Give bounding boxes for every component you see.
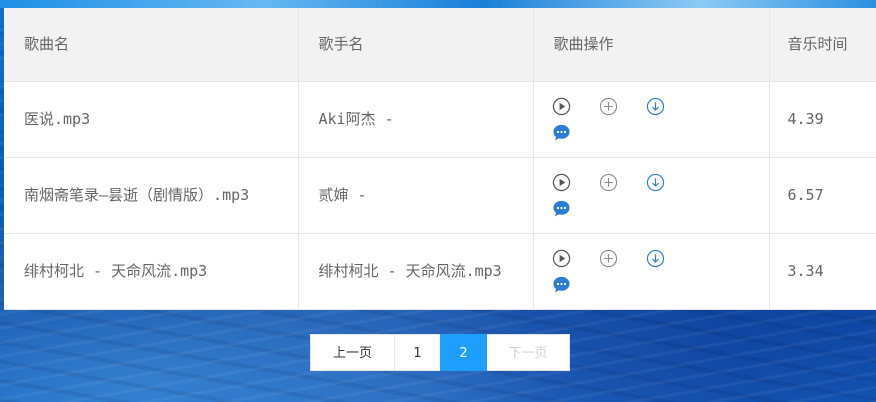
play-icon[interactable] xyxy=(552,173,571,192)
artist-name-cell: Aki阿杰 - xyxy=(298,81,534,158)
add-icon[interactable] xyxy=(599,173,618,192)
download-icon[interactable] xyxy=(646,249,665,268)
song-name-cell: 绯村柯北 - 天命风流.mp3 xyxy=(4,233,299,310)
header-song-name: 歌曲名 xyxy=(4,8,299,82)
table-header-row: 歌曲名 歌手名 歌曲操作 音乐时间 xyxy=(4,8,876,82)
music-time-cell: 6.57 xyxy=(769,157,876,234)
comment-icon[interactable] xyxy=(552,199,571,218)
song-ops-cell xyxy=(533,81,770,158)
download-icon[interactable] xyxy=(646,173,665,192)
song-table-container: 歌曲名 歌手名 歌曲操作 音乐时间 医说.mp3 Aki阿杰 - 4.39 南烟… xyxy=(4,8,876,310)
top-banner-strip xyxy=(0,0,876,8)
header-artist-name: 歌手名 xyxy=(298,8,534,82)
comment-icon[interactable] xyxy=(552,275,571,294)
page-1-button[interactable]: 1 xyxy=(394,334,440,371)
table-row: 绯村柯北 - 天命风流.mp3 绯村柯北 - 天命风流.mp3 3.34 xyxy=(4,233,876,310)
play-icon[interactable] xyxy=(552,97,571,116)
header-song-ops: 歌曲操作 xyxy=(533,8,770,82)
song-name-cell: 南烟斋笔录—昙逝（剧情版）.mp3 xyxy=(4,157,299,234)
header-music-time: 音乐时间 xyxy=(769,8,876,82)
song-ops-cell xyxy=(533,157,770,234)
page-2-button-current[interactable]: 2 xyxy=(440,334,487,371)
artist-name-cell: 贰婶 - xyxy=(298,157,534,234)
music-time-cell: 4.39 xyxy=(769,81,876,158)
download-icon[interactable] xyxy=(646,97,665,116)
table-row: 南烟斋笔录—昙逝（剧情版）.mp3 贰婶 - 6.57 xyxy=(4,157,876,234)
add-icon[interactable] xyxy=(599,249,618,268)
play-icon[interactable] xyxy=(552,249,571,268)
prev-page-button[interactable]: 上一页 xyxy=(310,334,394,371)
comment-icon[interactable] xyxy=(552,123,571,142)
next-page-button[interactable]: 下一页 xyxy=(487,334,570,371)
song-table: 歌曲名 歌手名 歌曲操作 音乐时间 医说.mp3 Aki阿杰 - 4.39 南烟… xyxy=(4,8,876,310)
pagination: 上一页 1 2 下一页 xyxy=(310,334,570,371)
song-ops-cell xyxy=(533,233,770,310)
add-icon[interactable] xyxy=(599,97,618,116)
music-time-cell: 3.34 xyxy=(769,233,876,310)
song-name-cell: 医说.mp3 xyxy=(4,81,299,158)
table-row: 医说.mp3 Aki阿杰 - 4.39 xyxy=(4,81,876,158)
artist-name-cell: 绯村柯北 - 天命风流.mp3 xyxy=(298,233,534,310)
